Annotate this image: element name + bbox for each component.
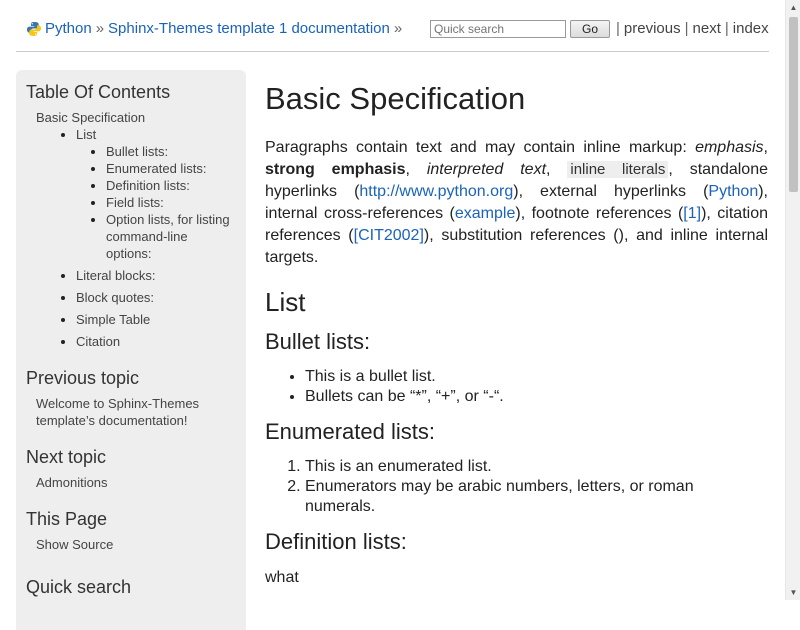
list-item: Enumerators may be arabic numbers, lette…: [305, 477, 768, 517]
crumb-separator: »: [95, 20, 105, 37]
previous-topic-link[interactable]: Welcome to Sphinx-Themes template’s docu…: [36, 396, 199, 428]
previous-link[interactable]: previous: [624, 20, 681, 37]
toc-link-enumerated-lists[interactable]: Enumerated lists:: [106, 161, 206, 176]
toc-item: Citation: [76, 333, 236, 350]
text: ), external hyperlinks (: [513, 183, 709, 200]
index-link[interactable]: index: [733, 20, 769, 37]
toc-link-field-lists[interactable]: Field lists:: [106, 195, 164, 210]
toc-item: Simple Table: [76, 311, 236, 328]
python-link[interactable]: Python: [708, 183, 758, 200]
text: ,: [405, 161, 427, 178]
toc-link-literal-blocks[interactable]: Literal blocks:: [76, 268, 155, 283]
text: Paragraphs contain text and may contain …: [265, 139, 696, 156]
list-item: This is a bullet list.: [305, 367, 768, 387]
next-link[interactable]: next: [693, 20, 721, 37]
nav-separator: |: [616, 20, 620, 37]
definition-term: what: [265, 569, 299, 586]
toc-link-definition-lists[interactable]: Definition lists:: [106, 178, 190, 193]
go-button[interactable]: Go: [570, 20, 610, 38]
list-heading: List: [265, 287, 306, 317]
breadcrumb: Python » Sphinx-Themes template 1 docume…: [26, 20, 406, 37]
strong-text: strong emphasis: [265, 161, 406, 178]
header: Python » Sphinx-Themes template 1 docume…: [16, 0, 769, 52]
toc-link-block-quotes[interactable]: Block quotes:: [76, 290, 154, 305]
toc-link-simple-table[interactable]: Simple Table: [76, 312, 150, 327]
intro-paragraph: Paragraphs contain text and may contain …: [265, 137, 768, 269]
quick-search-input[interactable]: [430, 20, 566, 38]
previous-topic: Welcome to Sphinx-Themes template’s docu…: [36, 395, 236, 429]
toc-item: Option lists, for listing command-line o…: [106, 211, 236, 262]
citation-link[interactable]: [CIT2002]: [354, 227, 424, 244]
nav-separator: |: [724, 20, 729, 37]
toc-link-option-lists[interactable]: Option lists, for listing command-line o…: [106, 212, 230, 261]
toc-item: Block quotes:: [76, 289, 236, 306]
toc-link-list[interactable]: List: [76, 127, 96, 142]
bullet-list: This is a bullet list. Bullets can be “*…: [265, 367, 768, 407]
footnote-link[interactable]: [1]: [683, 205, 701, 222]
inline-literal: inline literals: [567, 161, 669, 178]
python-org-link[interactable]: http://www.python.org: [359, 183, 513, 200]
vertical-scrollbar[interactable]: ▲ ▼: [785, 0, 800, 600]
enumerated-list: This is an enumerated list. Enumerators …: [265, 457, 768, 517]
example-link[interactable]: example: [455, 205, 515, 222]
this-page-title: This Page: [26, 509, 108, 529]
toc-item: Definition lists:: [106, 177, 236, 194]
toc-item: Literal blocks:: [76, 267, 236, 284]
toc-title: Table Of Contents: [26, 82, 171, 102]
list-item: This is an enumerated list.: [305, 457, 768, 477]
next-topic-link[interactable]: Admonitions: [36, 475, 108, 490]
nav-separator: |: [684, 20, 689, 37]
toc-link-bullet-lists[interactable]: Bullet lists:: [106, 144, 168, 159]
toc-link-citation[interactable]: Citation: [76, 334, 120, 349]
interpreted-text: interpreted text: [426, 161, 547, 178]
emphasis-text: emphasis: [695, 139, 764, 156]
table-of-contents: Basic Specification List Bullet lists: E…: [26, 109, 236, 350]
text: ), footnote references (: [515, 205, 684, 222]
definition-lists-heading: Definition lists:: [265, 529, 407, 554]
toc-item: Field lists:: [106, 194, 236, 211]
previous-topic-title: Previous topic: [26, 368, 140, 388]
show-source-link[interactable]: Show Source: [36, 537, 113, 552]
text: ,: [546, 161, 568, 178]
scrollbar-thumb[interactable]: [789, 17, 798, 192]
toc-item: Basic Specification List Bullet lists: E…: [36, 109, 236, 350]
main-content: Basic Specification Paragraphs contain t…: [265, 70, 768, 589]
related-nav: | previous | next | index: [612, 20, 769, 37]
scroll-up-arrow-icon[interactable]: ▲: [786, 0, 800, 15]
toc-link-basic-specification[interactable]: Basic Specification: [36, 110, 145, 125]
header-search: Go: [430, 20, 610, 38]
bullet-lists-heading: Bullet lists:: [265, 329, 371, 354]
next-topic-title: Next topic: [26, 447, 107, 467]
list-item: Bullets can be “*”, “+”, or “-“.: [305, 387, 768, 407]
python-logo-icon: [27, 21, 41, 36]
sidebar: Table Of Contents Basic Specification Li…: [16, 70, 246, 630]
crumb-python-link[interactable]: Python: [45, 20, 92, 37]
next-topic: Admonitions: [36, 474, 236, 491]
enumerated-lists-heading: Enumerated lists:: [265, 419, 435, 444]
toc-item: List Bullet lists: Enumerated lists: Def…: [76, 126, 236, 262]
quick-search-title: Quick search: [26, 577, 132, 597]
crumb-separator: »: [393, 20, 403, 37]
crumb-docs-link[interactable]: Sphinx-Themes template 1 documentation: [108, 20, 390, 37]
text: ,: [763, 139, 768, 156]
toc-item: Bullet lists:: [106, 143, 236, 160]
toc-item: Enumerated lists:: [106, 160, 236, 177]
scroll-down-arrow-icon[interactable]: ▼: [786, 585, 800, 600]
page-title: Basic Specification: [265, 81, 526, 116]
this-page: Show Source: [36, 536, 236, 553]
